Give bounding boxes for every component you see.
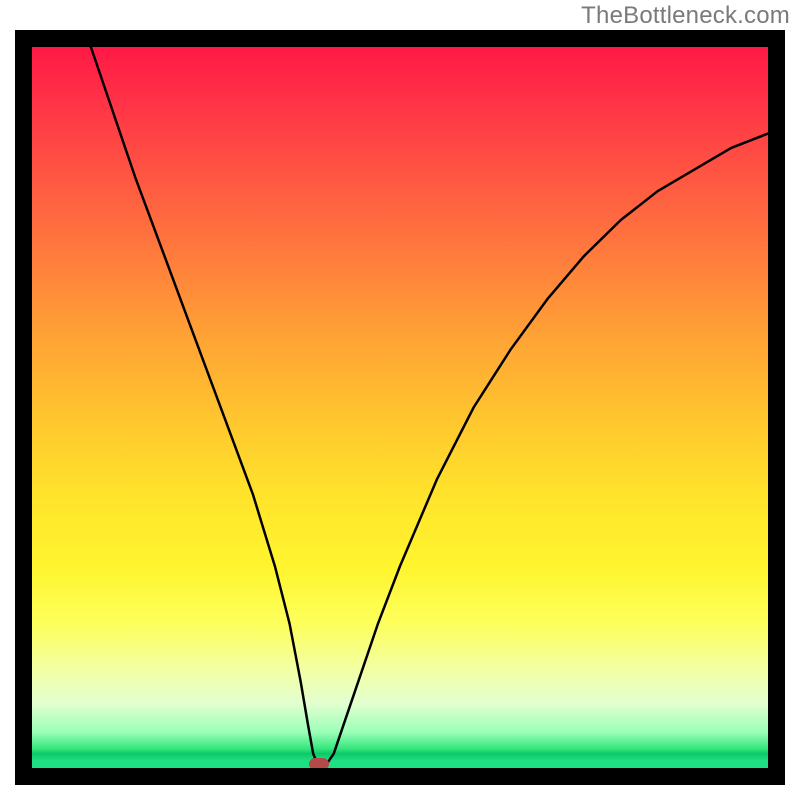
bottleneck-curve: [32, 47, 768, 768]
plot-area: [15, 30, 785, 785]
chart-root: TheBottleneck.com: [0, 0, 800, 800]
watermark-text: TheBottleneck.com: [581, 2, 790, 30]
optimal-point-marker: [309, 758, 329, 770]
